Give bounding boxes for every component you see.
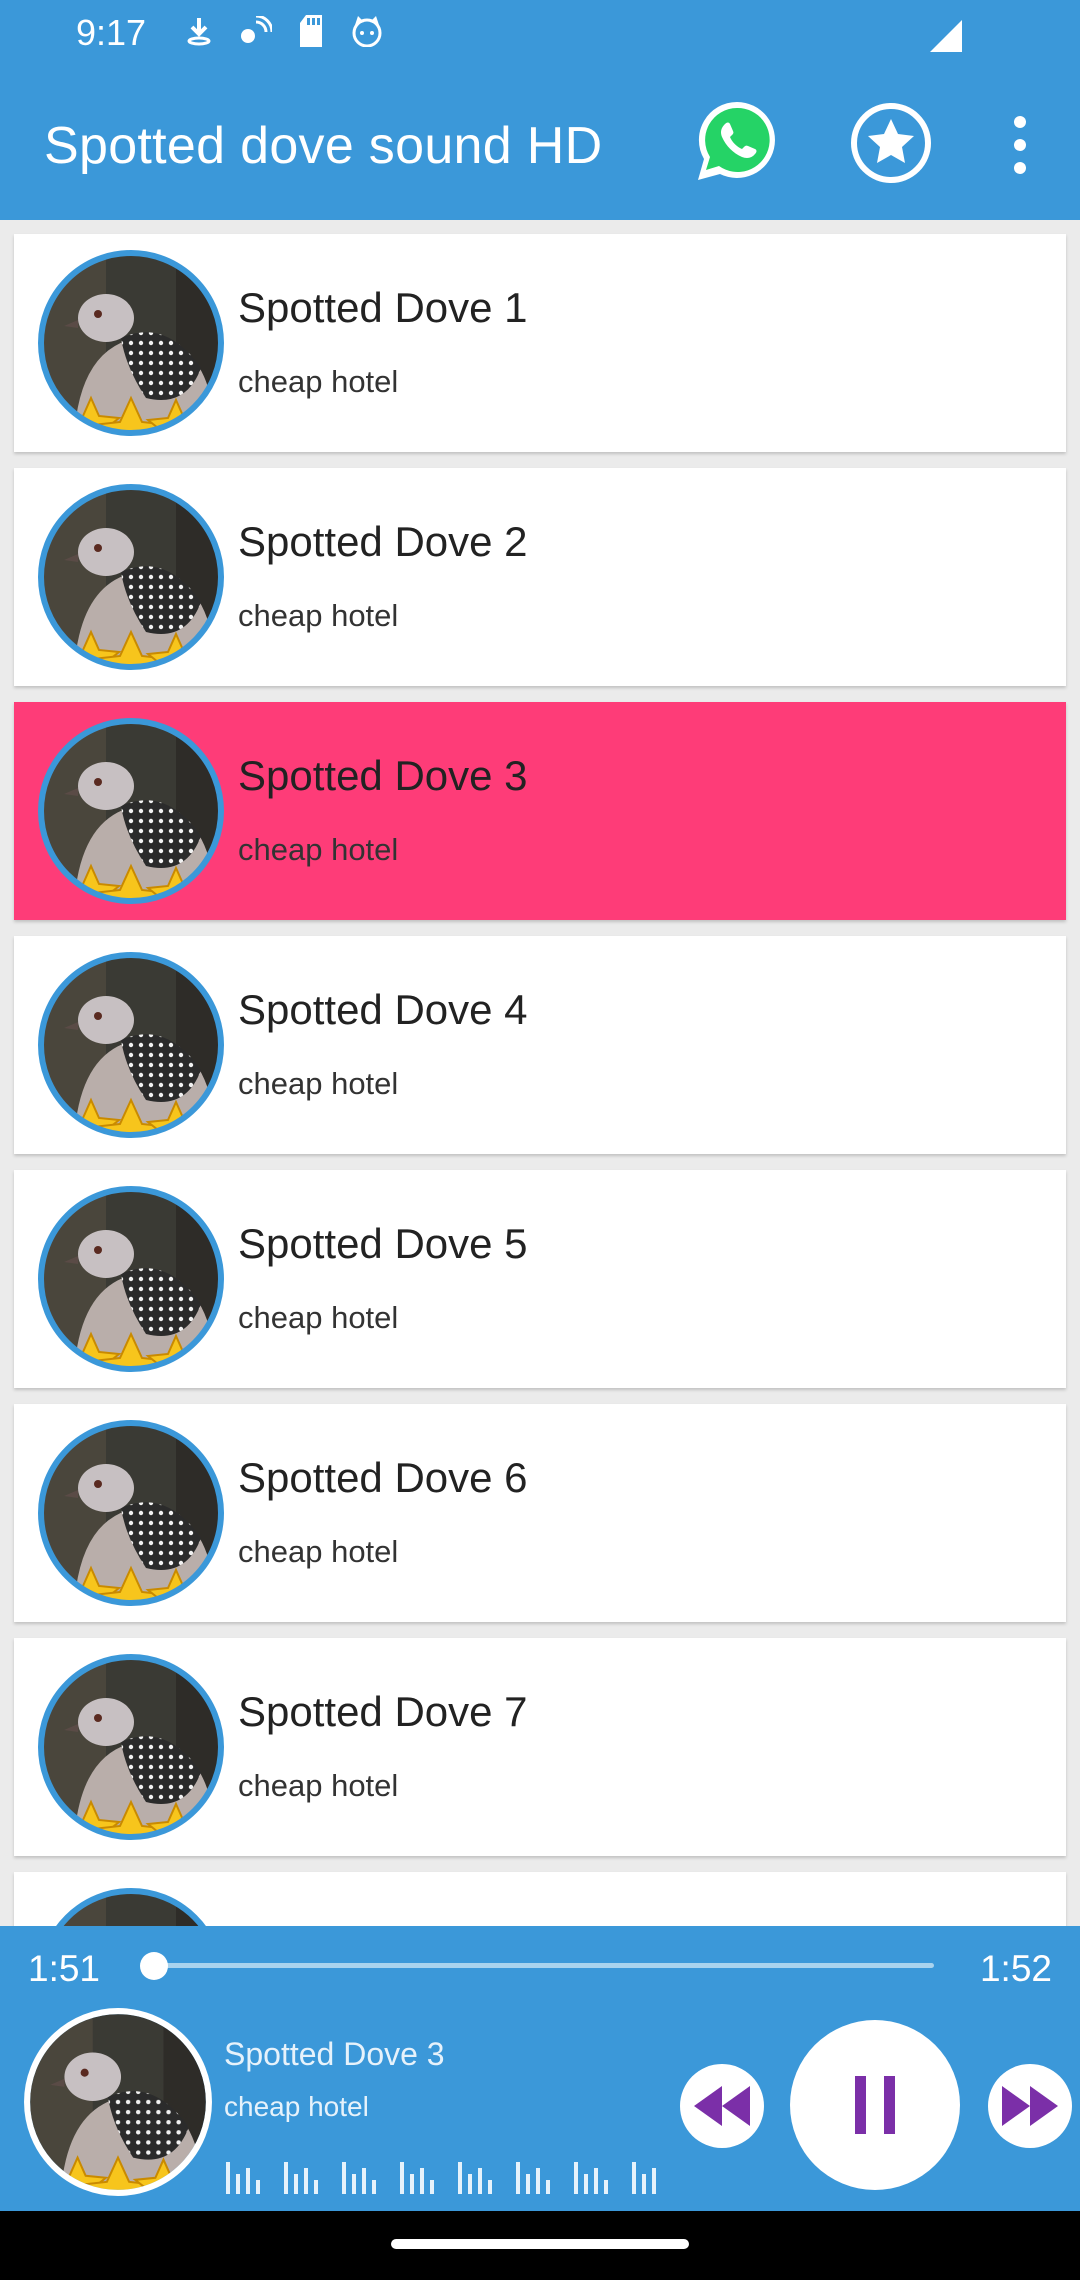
rewind-icon <box>680 2064 764 2148</box>
app-bar: Spotted dove sound HD <box>0 70 1080 220</box>
item-title: Spotted Dove 6 <box>238 1454 528 1501</box>
item-subtitle: cheap hotel <box>238 1300 399 1335</box>
list-item[interactable]: Spotted Dove 6 cheap hotel <box>14 1404 1066 1622</box>
item-title: Spotted Dove 3 <box>238 752 528 799</box>
item-subtitle: cheap hotel <box>238 832 399 867</box>
item-subtitle: cheap hotel <box>238 598 399 633</box>
fast-forward-icon <box>988 2064 1072 2148</box>
cellular-signal-icon <box>930 20 962 52</box>
dove-thumbnail <box>36 950 226 1140</box>
whatsapp-share-button[interactable] <box>692 96 782 186</box>
list-item[interactable]: Spotted Dove 5 cheap hotel <box>14 1170 1066 1388</box>
status-bar: 9:17 <box>0 0 1080 70</box>
list-item[interactable]: Spotted Dove 4 cheap hotel <box>14 936 1066 1154</box>
mini-player: 1:51 1:52 Spotted Dove 3 cheap hotel <box>0 1926 1080 2211</box>
app-title: Spotted dove sound HD <box>44 117 603 175</box>
sd-card-icon <box>294 14 328 48</box>
seek-thumb[interactable] <box>139 1952 168 1980</box>
now-playing-subtitle: cheap hotel <box>224 2091 369 2122</box>
item-title: Spotted Dove 2 <box>238 518 528 565</box>
item-subtitle: cheap hotel <box>238 1066 399 1101</box>
wifi-calling-icon <box>238 14 272 48</box>
download-icon <box>182 14 216 48</box>
sound-list: Spotted Dove 1 cheap hotel Spotted Dove … <box>14 234 1066 1958</box>
item-title: Spotted Dove 4 <box>238 986 528 1033</box>
system-nav-bar <box>0 2211 1080 2280</box>
more-options-button[interactable] <box>1000 110 1040 180</box>
list-item[interactable]: Spotted Dove 1 cheap hotel <box>14 234 1066 452</box>
fast-forward-button[interactable] <box>986 2062 1074 2150</box>
dove-thumbnail <box>36 248 226 438</box>
dove-thumbnail <box>36 1184 226 1374</box>
whatsapp-icon <box>698 101 775 180</box>
cat-face-icon <box>350 14 384 48</box>
rate-app-button[interactable] <box>848 100 934 186</box>
list-item-active[interactable]: Spotted Dove 3 cheap hotel <box>14 702 1066 920</box>
dove-thumbnail <box>36 1418 226 1608</box>
dove-thumbnail <box>36 482 226 672</box>
list-item[interactable]: Spotted Dove 2 cheap hotel <box>14 468 1066 686</box>
star-circle-icon <box>851 103 931 183</box>
dove-thumbnail <box>36 1652 226 1842</box>
now-playing-thumbnail <box>22 2006 214 2198</box>
item-subtitle: cheap hotel <box>238 364 399 399</box>
item-title: Spotted Dove 1 <box>238 284 528 331</box>
pause-icon <box>790 2020 960 2190</box>
more-vert-icon <box>1014 116 1026 174</box>
equalizer-icon <box>226 2162 656 2194</box>
home-gesture-handle[interactable] <box>391 2239 689 2249</box>
item-subtitle: cheap hotel <box>238 1534 399 1569</box>
rewind-button[interactable] <box>678 2062 766 2150</box>
status-time: 9:17 <box>76 12 147 53</box>
item-title: Spotted Dove 7 <box>238 1688 528 1735</box>
pause-button[interactable] <box>788 2018 962 2192</box>
item-subtitle: cheap hotel <box>238 1768 399 1803</box>
dove-thumbnail <box>36 716 226 906</box>
seek-bar[interactable] <box>146 1963 934 1968</box>
current-time: 1:51 <box>28 1948 101 1989</box>
now-playing-title: Spotted Dove 3 <box>224 2036 445 2072</box>
item-title: Spotted Dove 5 <box>238 1220 528 1267</box>
total-time: 1:52 <box>979 1948 1052 1989</box>
status-icons <box>182 14 384 48</box>
list-item[interactable]: Spotted Dove 7 cheap hotel <box>14 1638 1066 1856</box>
